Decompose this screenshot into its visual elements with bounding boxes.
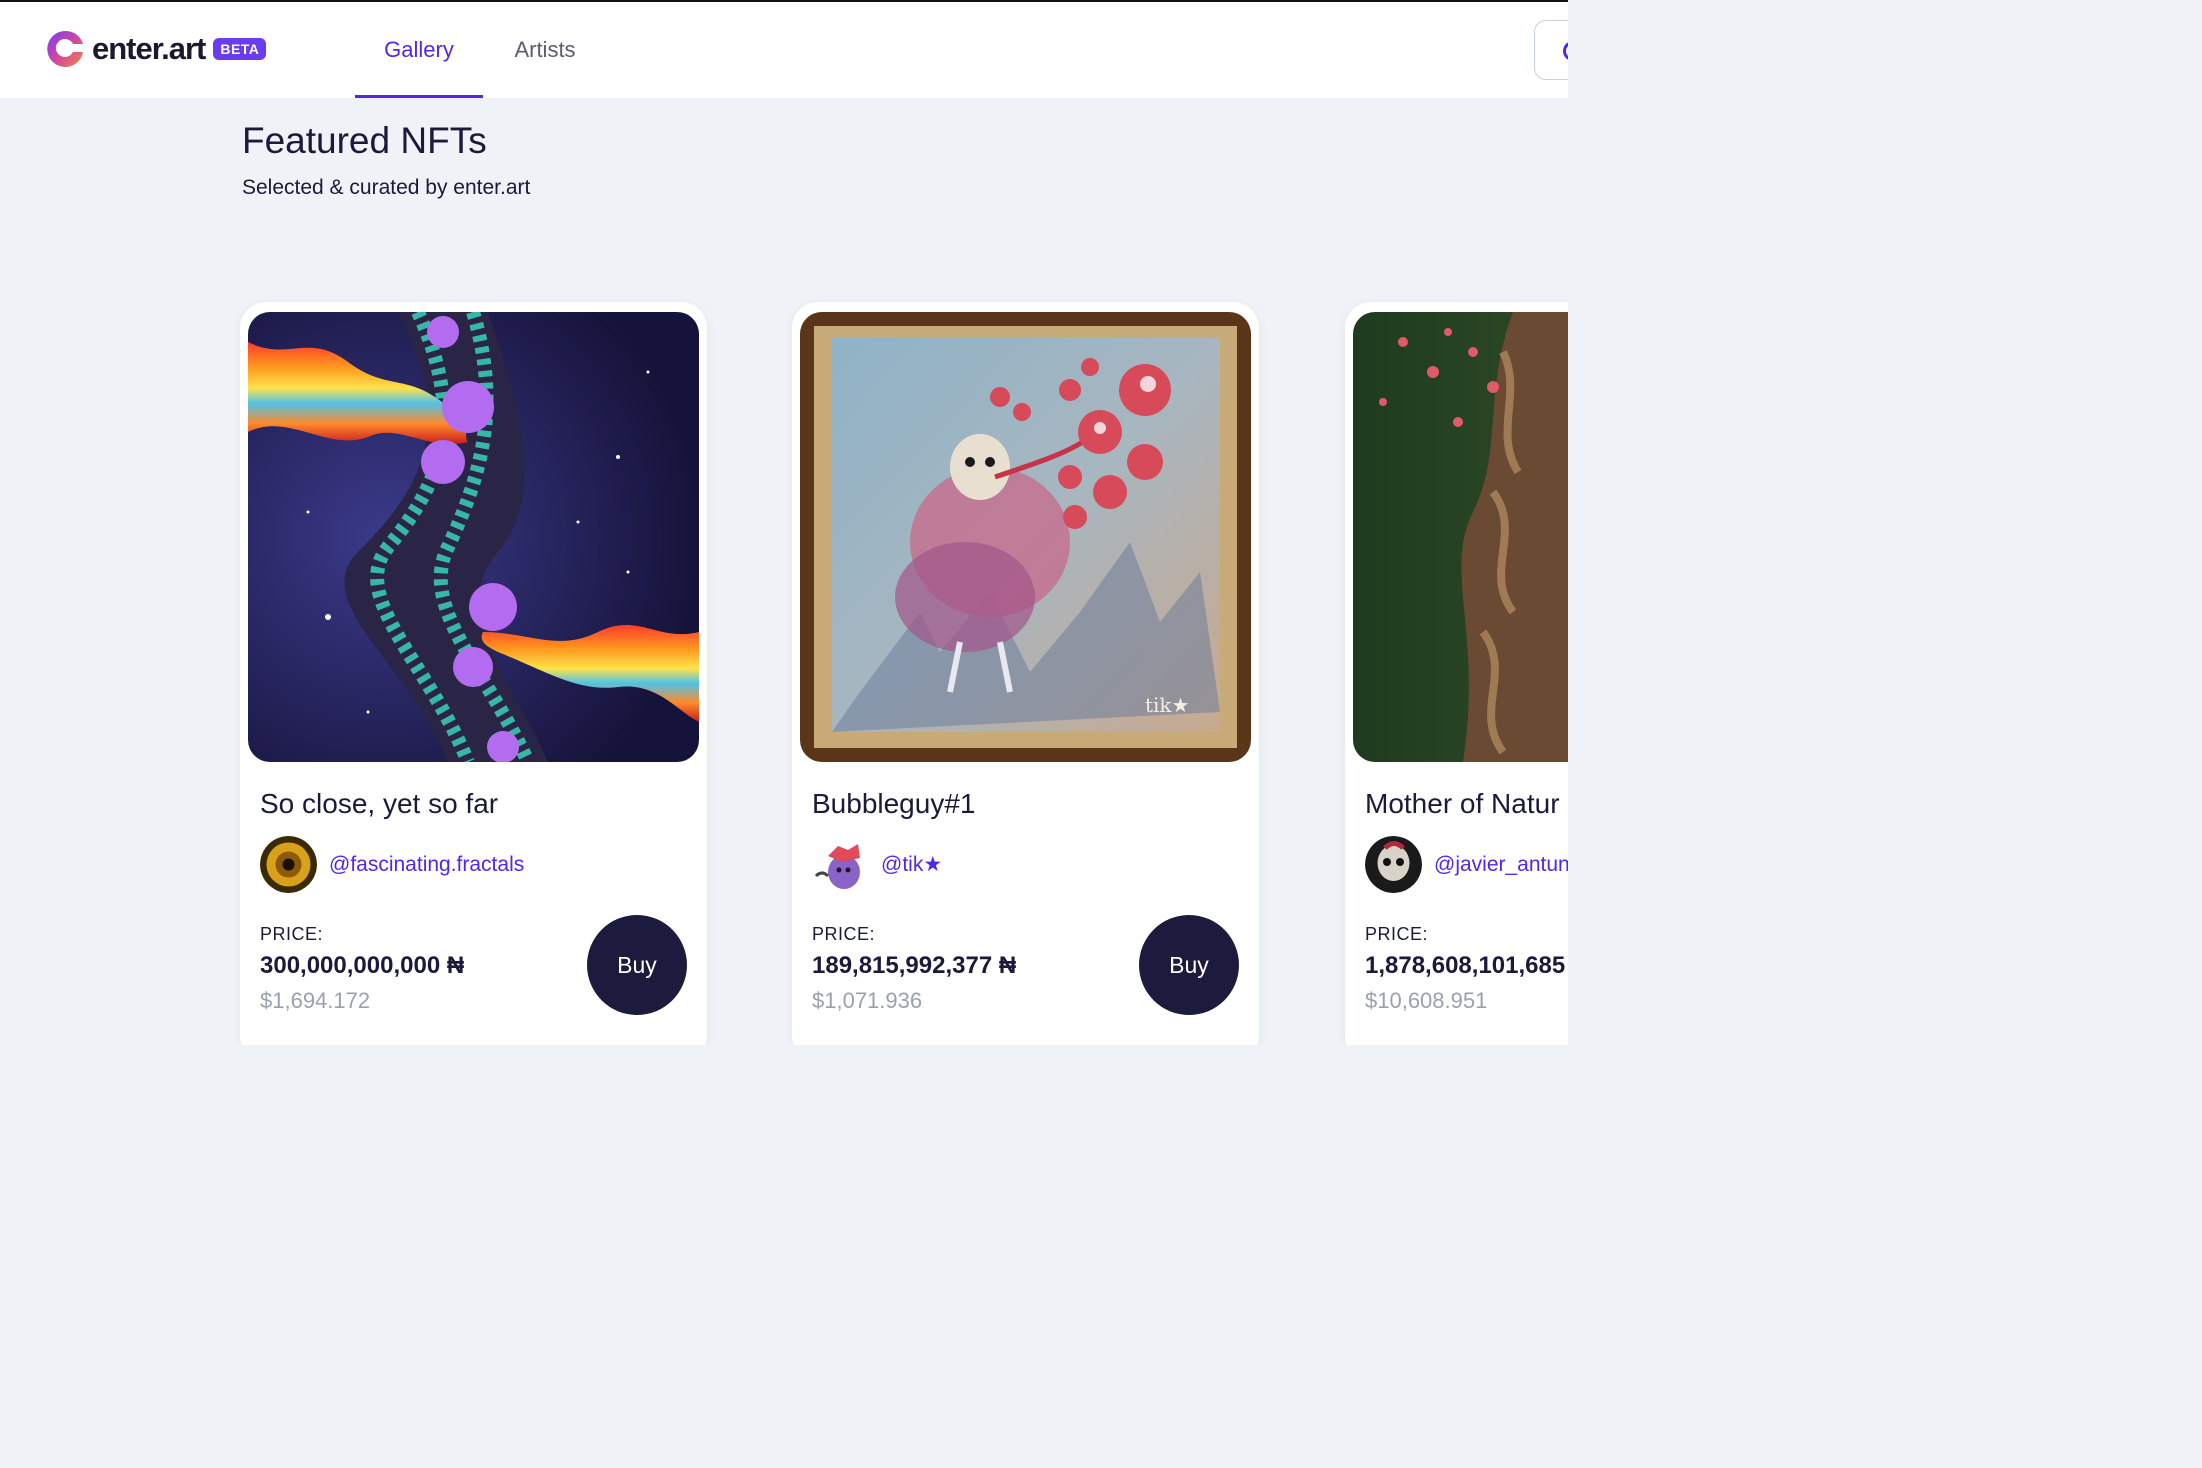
nft-title[interactable]: Bubbleguy#1	[812, 788, 975, 820]
price-label: PRICE:	[1365, 924, 1429, 944]
artist-avatar[interactable]	[812, 836, 869, 893]
artist-link[interactable]: @tik★	[812, 836, 942, 893]
buy-button[interactable]: Buy	[1139, 915, 1239, 1015]
svg-text:tik★: tik★	[1145, 693, 1189, 717]
artist-handle[interactable]: @tik★	[881, 852, 942, 877]
tab-artists-label: Artists	[514, 37, 576, 62]
price-label: PRICE:	[812, 924, 876, 944]
price-value: 300,000,000,000 ₦	[260, 952, 465, 979]
nft-artwork-image[interactable]	[248, 312, 699, 762]
price-label: PRICE:	[260, 924, 324, 944]
logo-text: enter.art	[92, 31, 206, 66]
nft-artwork-image[interactable]: tik★	[800, 312, 1251, 762]
header: enter.art BETA Gallery Artists	[0, 2, 1568, 98]
artist-handle[interactable]: @javier_antun	[1434, 853, 1568, 877]
page: enter.art BETA Gallery Artists Featured …	[0, 0, 1568, 1045]
buy-button[interactable]: Buy	[587, 915, 687, 1015]
nft-card[interactable]: tik★ Bubbleguy#1 @tik★ PRICE: 189,815,99…	[792, 302, 1259, 1045]
connect-wallet-button[interactable]	[1534, 20, 1568, 80]
nft-card[interactable]: Mother of Natur @javier_antun PRICE: 1,8…	[1345, 302, 1568, 1045]
nft-card[interactable]: So close, yet so far @fascinating.fracta…	[240, 302, 707, 1045]
price-value: 1,878,608,101,685	[1365, 952, 1566, 979]
logo[interactable]: enter.art BETA	[46, 30, 267, 68]
artist-avatar[interactable]	[1365, 836, 1422, 893]
price-usd: $1,071.936	[812, 988, 923, 1013]
main-nav: Gallery Artists	[355, 2, 607, 98]
nft-title[interactable]: So close, yet so far	[260, 788, 498, 820]
enter-art-logo-icon	[47, 30, 83, 67]
beta-badge: BETA	[213, 38, 267, 60]
nft-title[interactable]: Mother of Natur	[1365, 788, 1560, 820]
price-usd: $10,608.951	[1365, 988, 1488, 1013]
artist-link[interactable]: @fascinating.fractals	[260, 836, 524, 893]
tab-gallery[interactable]: Gallery	[355, 2, 483, 98]
price-value: 189,815,992,377 ₦	[812, 952, 1017, 979]
artist-avatar[interactable]	[260, 836, 317, 893]
tab-artists[interactable]: Artists	[483, 2, 607, 98]
price-usd: $1,694.172	[260, 988, 371, 1013]
nft-artwork-image[interactable]	[1353, 312, 1568, 762]
artist-link[interactable]: @javier_antun	[1365, 836, 1568, 893]
wallet-icon	[1563, 41, 1568, 61]
artist-handle[interactable]: @fascinating.fractals	[329, 853, 524, 877]
page-subtitle: Selected & curated by enter.art	[242, 176, 531, 199]
tab-gallery-label: Gallery	[384, 37, 454, 62]
page-title: Featured NFTs	[242, 120, 487, 161]
